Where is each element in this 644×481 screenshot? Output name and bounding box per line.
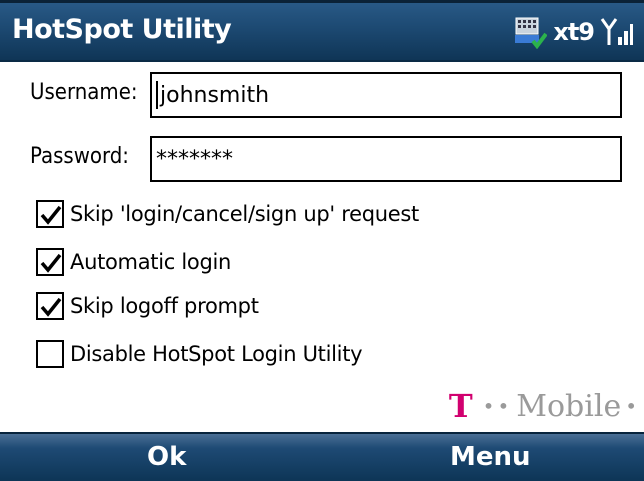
t-mobile-logo: T •• Mobile • [449, 384, 644, 428]
app-title: HotSpot Utility [12, 14, 232, 45]
checkbox-checked-icon[interactable] [36, 292, 64, 320]
option-label: Skip 'login/cancel/sign up' request [70, 202, 419, 226]
softkey-bar: Ok Menu [0, 432, 644, 481]
username-label: Username: [30, 80, 138, 105]
password-value: ******* [156, 146, 233, 172]
logo-text: Mobile [516, 388, 622, 424]
status-icons: xt9 [513, 12, 634, 52]
connectivity-phone-icon[interactable] [513, 15, 548, 50]
option-label: Disable HotSpot Login Utility [70, 342, 363, 366]
ok-softkey[interactable]: Ok [147, 442, 186, 472]
option-skip-login-request[interactable]: Skip 'login/cancel/sign up' request [36, 198, 419, 230]
checkbox-unchecked-icon[interactable] [36, 340, 64, 368]
option-disable-hotspot-utility[interactable]: Disable HotSpot Login Utility [36, 338, 363, 370]
option-skip-logoff-prompt[interactable]: Skip logoff prompt [36, 290, 259, 322]
username-field[interactable]: johnsmith [150, 72, 622, 118]
logo-dots: •• [482, 394, 513, 418]
option-label: Automatic login [70, 250, 232, 274]
input-mode-indicator[interactable]: xt9 [553, 18, 595, 46]
checkbox-checked-icon[interactable] [36, 248, 64, 276]
password-field[interactable]: ******* [150, 136, 622, 182]
checkbox-checked-icon[interactable] [36, 200, 64, 228]
content-area: Username: johnsmith Password: ******* Sk… [0, 62, 644, 432]
top-border [0, 0, 644, 3]
option-automatic-login[interactable]: Automatic login [36, 246, 231, 278]
username-value: johnsmith [160, 82, 270, 108]
menu-softkey[interactable]: Menu [450, 442, 531, 472]
title-bar: HotSpot Utility xt9 [0, 0, 644, 62]
logo-dots-trailing: • [625, 394, 640, 418]
logo-t-letter: T [448, 387, 473, 425]
password-label: Password: [30, 144, 129, 169]
text-caret [156, 81, 158, 109]
option-label: Skip logoff prompt [70, 294, 259, 318]
signal-strength-icon[interactable] [600, 15, 634, 49]
